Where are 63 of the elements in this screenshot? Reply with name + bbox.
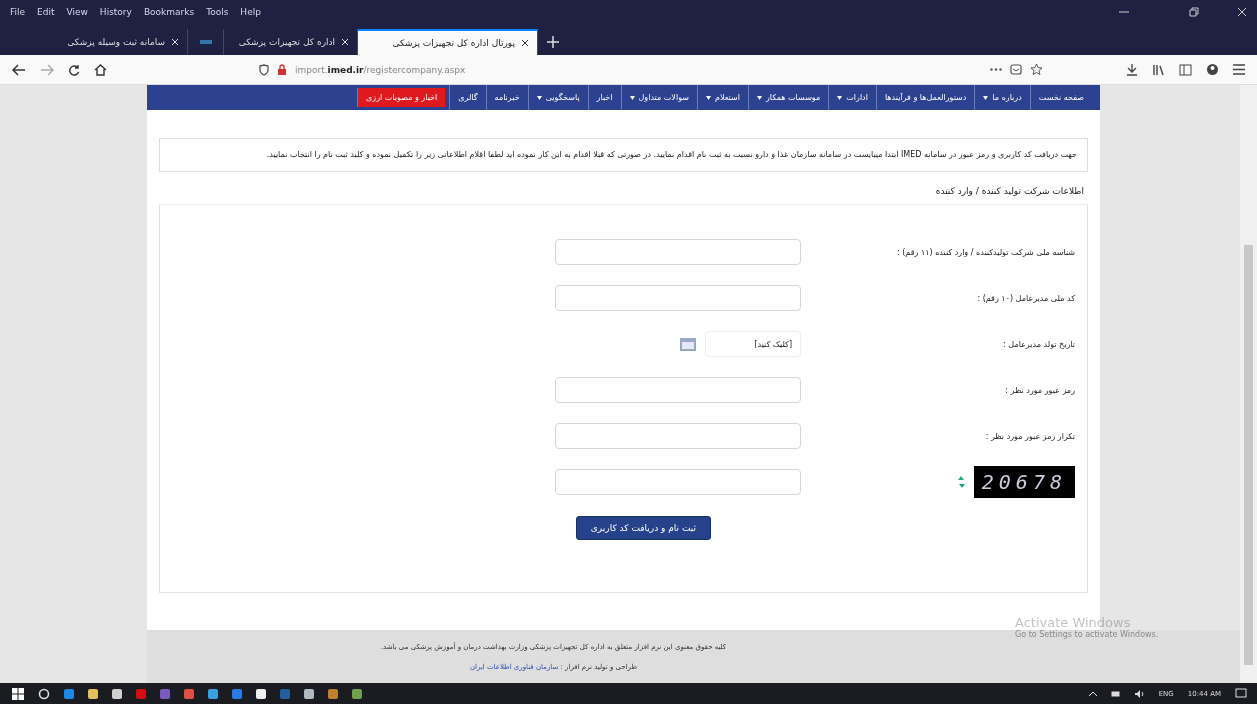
battery-icon[interactable] [1110, 690, 1121, 697]
input-field[interactable] [555, 285, 801, 311]
taskbar-app-icon[interactable] [112, 688, 122, 699]
taskbar-app-icon[interactable] [208, 688, 218, 699]
register-button[interactable]: ثبت نام و دریافت کد کاربری [575, 516, 711, 540]
field-label: کد ملی مدیرعامل (۱۰ رقم) : [977, 293, 1075, 303]
chevron-up-icon[interactable] [1088, 691, 1097, 696]
caret-icon [706, 95, 711, 100]
nav-link[interactable]: اخبار و مصوبات ارزی [357, 88, 446, 107]
account-icon[interactable] [1206, 63, 1219, 76]
caret-icon [756, 95, 762, 100]
restore-icon[interactable] [1189, 7, 1199, 17]
password-field[interactable] [555, 423, 801, 449]
notice-text: جهت دریافت کد کاربری و رمز عبور در سامانه IMED ابتدا میبایست در سامانه سازمان غذا و دارو نسبت به ثبت نام اقدام نمایید. در صورتی که قبلا اقدام به این کار نموده اید لطفا اقلام اطلاعاتی زیر را تکمیل نموده و کلید ثبت نام را انتخاب نمایید. [266, 150, 1077, 159]
shield-icon [259, 63, 269, 76]
menu-item[interactable]: History [99, 7, 132, 17]
taskbar-app-icon[interactable] [304, 688, 314, 699]
menu-icon[interactable] [1233, 64, 1245, 75]
scrollbar[interactable] [1240, 85, 1257, 683]
caret-icon [983, 95, 989, 100]
taskbar-app-icon[interactable] [88, 688, 98, 699]
section-title: اطلاعات شرکت تولید کننده / وارد کننده [159, 172, 1088, 205]
new-tab-icon[interactable] [547, 36, 559, 48]
taskbar-app-icon[interactable] [256, 688, 266, 699]
back-icon[interactable] [12, 63, 26, 76]
browser-tab[interactable]: پورتال اداره کل تجهیزات پزشکی [358, 29, 538, 55]
search-icon[interactable] [38, 687, 50, 700]
activation-text: Go to Settings to activate Windows. [1015, 630, 1159, 639]
captcha-image: 20678 [973, 466, 1075, 498]
close-icon[interactable] [521, 39, 529, 47]
menu-item[interactable]: Tools [206, 7, 229, 17]
caret-icon [837, 95, 843, 100]
speaker-icon[interactable] [1134, 689, 1145, 698]
refresh-icon[interactable] [956, 475, 966, 489]
notification-icon[interactable] [1235, 688, 1247, 699]
captcha-field[interactable] [555, 469, 801, 495]
menu-item[interactable]: File [10, 7, 26, 17]
password-field[interactable] [555, 377, 801, 403]
lock-icon [277, 63, 287, 76]
menu-item[interactable]: Help [240, 7, 261, 17]
start-icon[interactable] [12, 687, 24, 700]
download-icon[interactable] [1126, 63, 1138, 76]
library-icon[interactable] [1152, 63, 1165, 76]
home-icon[interactable] [94, 63, 107, 76]
more-icon[interactable] [990, 68, 1002, 71]
field-label: تاریخ تولد مدیرعامل : [1003, 339, 1075, 349]
menu-item[interactable]: Edit [37, 7, 55, 17]
star-icon[interactable] [1030, 63, 1043, 76]
caret-icon [629, 95, 635, 100]
address-bar[interactable]: import.imed.ir/registercompany.aspx [251, 58, 1051, 81]
url-text: import.imed.ir/registercompany.aspx [295, 64, 466, 75]
reload-icon[interactable] [68, 63, 80, 76]
field-label: شناسه ملی شرکت تولیدکننده / وارد کننده (۱۱ رقم) : [896, 247, 1075, 257]
field-label: رمز عبور مورد نظر : [1005, 385, 1075, 395]
field-label: تکرار رمز عبور مورد نظر : [985, 431, 1075, 441]
sidebar-icon[interactable] [1179, 63, 1192, 76]
menu-item[interactable]: Bookmarks [143, 7, 195, 17]
date-field[interactable]: [کلیک کنید] [705, 331, 801, 357]
caret-icon [536, 95, 542, 100]
menu-item[interactable]: View [66, 7, 88, 17]
activation-title: Activate Windows [1015, 615, 1132, 630]
input-field[interactable] [555, 239, 801, 265]
pocket-icon[interactable] [1010, 63, 1022, 76]
